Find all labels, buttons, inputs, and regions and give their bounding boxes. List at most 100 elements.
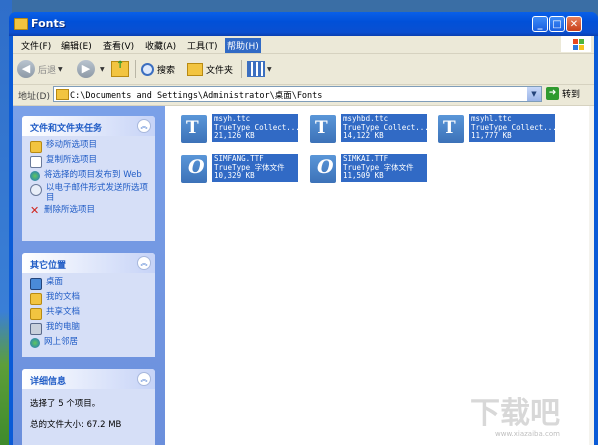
truetype-collection-icon: T	[310, 115, 336, 143]
copy-icon	[30, 156, 42, 168]
collapse-icon[interactable]: ︽	[137, 372, 151, 386]
maximize-button[interactable]: □	[549, 16, 565, 32]
task-label: 移动所选项目	[46, 140, 98, 150]
move-icon	[30, 141, 42, 153]
file-label: msyhbd.ttc TrueType Collect... 14,122 KB	[341, 114, 427, 142]
place-label: 网上邻居	[44, 337, 79, 347]
back-arrow-icon: ◀	[17, 60, 35, 78]
details-panel: 详细信息 ︽ 选择了 5 个项目。 总的文件大小: 67.2 MB	[22, 369, 155, 445]
place-desktop[interactable]: 桌面	[30, 277, 149, 290]
watermark-logo: 下载吧	[470, 396, 560, 431]
address-path: C:\Documents and Settings\Administrator\…	[70, 91, 323, 101]
task-move[interactable]: 移动所选项目	[30, 140, 149, 153]
forward-button[interactable]: ▶ ▼	[77, 58, 105, 80]
toolbar-separator	[135, 60, 136, 78]
file-tasks-title: 文件和文件夹任务	[30, 124, 103, 134]
file-label: SIMFANG.TTF TrueType 字体文件 10,329 KB	[212, 154, 298, 182]
truetype-collection-icon: T	[438, 115, 464, 143]
menu-view[interactable]: 查看(V)	[101, 38, 136, 53]
vertical-scrollbar[interactable]	[589, 106, 594, 445]
task-label: 将选择的项目发布到 Web	[44, 170, 142, 180]
watermark-site: www.xiazaiba.com	[495, 430, 560, 438]
place-shared-documents[interactable]: 共享文档	[30, 307, 149, 320]
task-copy[interactable]: 复制所选项目	[30, 155, 149, 168]
task-pane: 文件和文件夹任务 ︽ 移动所选项目 复制所选项目 将选择的项目发布到 Web 以…	[13, 106, 165, 445]
details-header[interactable]: 详细信息 ︽	[22, 369, 155, 389]
toolbar-separator	[241, 60, 242, 78]
place-my-documents[interactable]: 我的文档	[30, 292, 149, 305]
collapse-icon[interactable]: ︽	[137, 119, 151, 133]
menu-bar: 文件(F) 编辑(E) 查看(V) 收藏(A) 工具(T) 帮助(H)	[13, 36, 594, 54]
search-button[interactable]: 搜索	[141, 58, 175, 80]
folders-icon	[187, 62, 203, 76]
back-label: 后退	[38, 65, 57, 76]
task-publish-web[interactable]: 将选择的项目发布到 Web	[30, 170, 149, 181]
standard-toolbar: ◀ 后退 ▼ ▶ ▼ ↑ 搜索 文件夹 ▼	[13, 54, 594, 85]
desktop-icon	[30, 278, 42, 290]
window-title: Fonts	[31, 17, 66, 30]
place-network[interactable]: 网上邻居	[30, 337, 149, 348]
address-bar: 地址(D) C:\Documents and Settings\Administ…	[13, 85, 594, 106]
menu-edit[interactable]: 编辑(E)	[59, 38, 94, 53]
go-label: 转到	[562, 90, 581, 100]
file-size: 11,509 KB	[343, 171, 384, 180]
other-places-panel: 其它位置 ︽ 桌面 我的文档 共享文档 我的电脑 网上邻居	[22, 253, 155, 357]
truetype-collection-icon: T	[181, 115, 207, 143]
menu-help[interactable]: 帮助(H)	[225, 38, 261, 53]
views-grid-icon	[247, 61, 265, 77]
views-button[interactable]: ▼	[247, 58, 272, 80]
total-size: 总的文件大小: 67.2 MB	[30, 420, 122, 430]
windows-logo-icon	[561, 36, 591, 52]
address-dropdown-icon[interactable]: ▼	[527, 87, 541, 101]
place-label: 我的电脑	[46, 322, 81, 332]
folder-icon	[56, 89, 69, 100]
up-folder-button[interactable]: ↑	[111, 58, 129, 80]
globe-icon	[30, 171, 40, 181]
task-delete[interactable]: ✕ 删除所选项目	[30, 205, 149, 216]
folders-label: 文件夹	[206, 65, 234, 76]
file-tasks-header[interactable]: 文件和文件夹任务 ︽	[22, 116, 155, 136]
folder-icon	[14, 18, 28, 30]
address-label: 地址(D)	[18, 92, 50, 102]
menu-favorites[interactable]: 收藏(A)	[143, 38, 178, 53]
minimize-button[interactable]: _	[532, 16, 548, 32]
network-icon	[30, 338, 40, 348]
file-size: 14,122 KB	[343, 131, 384, 140]
file-label: msyhl.ttc TrueType Collect... 11,777 KB	[469, 114, 555, 142]
file-size: 21,126 KB	[214, 131, 255, 140]
menu-tools[interactable]: 工具(T)	[185, 38, 220, 53]
close-button[interactable]: ✕	[566, 16, 582, 32]
other-places-header[interactable]: 其它位置 ︽	[22, 253, 155, 273]
collapse-icon[interactable]: ︽	[137, 256, 151, 270]
place-my-computer[interactable]: 我的电脑	[30, 322, 149, 335]
title-bar[interactable]: Fonts _ □ ✕	[9, 12, 598, 36]
file-label: msyh.ttc TrueType Collect... 21,126 KB	[212, 114, 298, 142]
place-label: 共享文档	[46, 307, 81, 317]
go-button[interactable]: ➜ 转到	[546, 87, 580, 100]
up-folder-icon: ↑	[111, 60, 129, 77]
search-label: 搜索	[157, 65, 176, 76]
task-email[interactable]: 以电子邮件形式发送所选项目	[30, 183, 149, 203]
email-icon	[30, 184, 42, 196]
place-label: 桌面	[46, 277, 64, 287]
details-title: 详细信息	[30, 377, 67, 387]
place-label: 我的文档	[46, 292, 81, 302]
window-body: 文件(F) 编辑(E) 查看(V) 收藏(A) 工具(T) 帮助(H) ◀ 后退…	[13, 36, 594, 445]
dropdown-arrow-icon: ▼	[58, 65, 63, 73]
dropdown-arrow-icon: ▼	[267, 65, 272, 73]
file-size: 11,777 KB	[471, 131, 512, 140]
explorer-window: Fonts _ □ ✕ 文件(F) 编辑(E) 查看(V) 收藏(A) 工具(T…	[9, 12, 598, 445]
back-button[interactable]: ◀ 后退 ▼	[17, 58, 63, 80]
opentype-font-icon: O	[310, 155, 336, 183]
shared-folder-icon	[30, 308, 42, 320]
task-label: 复制所选项目	[46, 155, 98, 165]
other-places-title: 其它位置	[30, 261, 67, 271]
address-input[interactable]: C:\Documents and Settings\Administrator\…	[53, 86, 542, 102]
folders-button[interactable]: 文件夹	[187, 58, 233, 80]
file-tasks-panel: 文件和文件夹任务 ︽ 移动所选项目 复制所选项目 将选择的项目发布到 Web 以…	[22, 116, 155, 241]
opentype-font-icon: O	[181, 155, 207, 183]
forward-arrow-icon: ▶	[77, 60, 95, 78]
menu-file[interactable]: 文件(F)	[19, 38, 53, 53]
file-size: 10,329 KB	[214, 171, 255, 180]
my-documents-icon	[30, 293, 42, 305]
